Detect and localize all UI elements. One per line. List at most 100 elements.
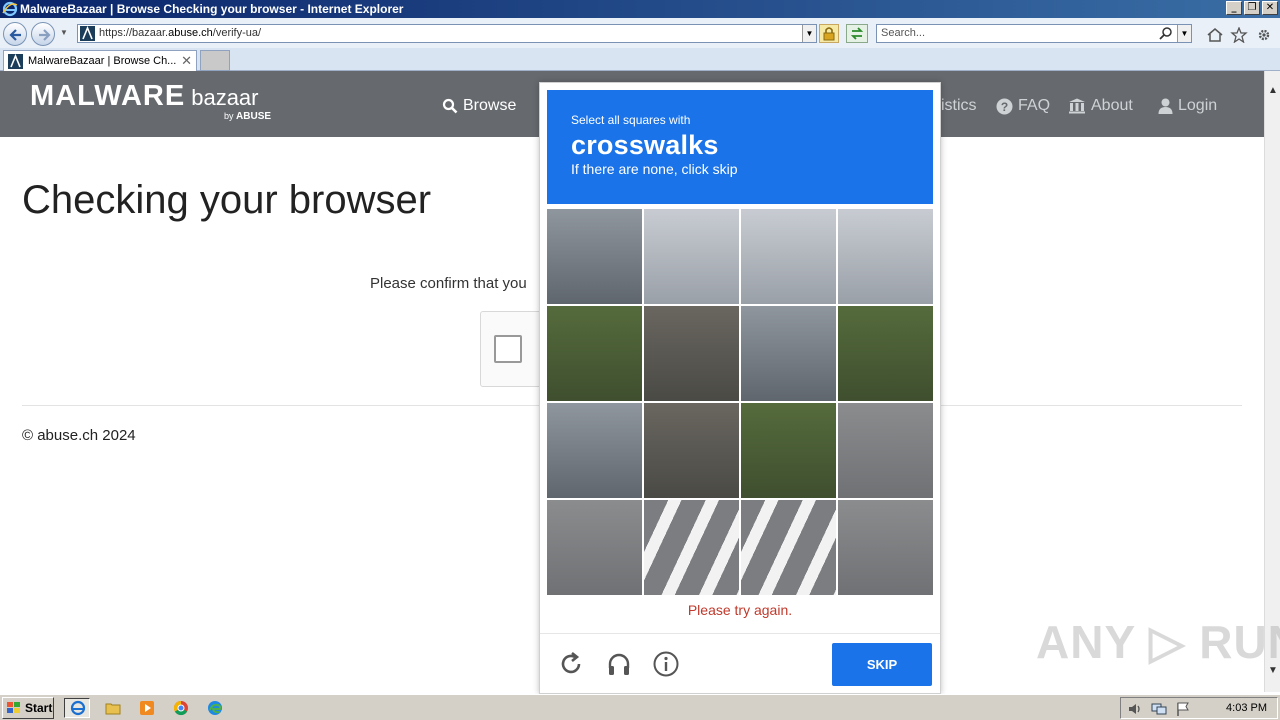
brand-sub: bazaar bbox=[191, 85, 259, 110]
captcha-tile[interactable] bbox=[644, 403, 739, 498]
brand-byline: by ABUSE bbox=[224, 111, 272, 122]
captcha-tile[interactable] bbox=[644, 500, 739, 595]
back-button[interactable] bbox=[3, 22, 27, 46]
window-title-bar: MalwareBazaar | Browse Checking your bro… bbox=[0, 0, 1280, 18]
taskbar-media-player[interactable] bbox=[134, 698, 160, 718]
start-label: Start bbox=[25, 701, 53, 715]
system-tray: 4:03 PM bbox=[1120, 697, 1278, 719]
question-circle-icon: ? bbox=[996, 98, 1013, 114]
prompt-target: crosswalks bbox=[571, 130, 719, 160]
windows-taskbar: Start 4:03 PM bbox=[0, 694, 1280, 720]
captcha-tile[interactable] bbox=[547, 306, 642, 401]
captcha-image-grid bbox=[547, 209, 933, 595]
taskbar-internet-explorer[interactable] bbox=[64, 698, 90, 718]
captcha-tile[interactable] bbox=[838, 306, 933, 401]
address-dropdown-icon[interactable]: ▼ bbox=[802, 25, 816, 42]
tab-label: MalwareBazaar | Browse Ch... bbox=[28, 55, 177, 67]
search-dropdown-icon[interactable]: ▼ bbox=[1177, 25, 1191, 42]
nav-statistics[interactable]: istics bbox=[941, 97, 977, 115]
brand-main: MALWARE bbox=[30, 80, 186, 112]
chrome-icon bbox=[173, 700, 188, 716]
browser-tab[interactable]: MalwareBazaar | Browse Ch... ✕ bbox=[3, 50, 197, 71]
edge-icon bbox=[208, 701, 222, 715]
captcha-tile[interactable] bbox=[547, 500, 642, 595]
captcha-tile[interactable] bbox=[838, 500, 933, 595]
captcha-tile[interactable] bbox=[741, 306, 836, 401]
nav-browse-label: Browse bbox=[463, 97, 517, 114]
nav-statistics-label: istics bbox=[941, 97, 977, 114]
skip-button[interactable]: SKIP bbox=[832, 643, 932, 686]
history-dropdown-icon[interactable]: ▼ bbox=[60, 28, 68, 37]
copyright: © abuse.ch 2024 bbox=[22, 427, 136, 444]
nav-faq-label: FAQ bbox=[1018, 97, 1051, 114]
search-placeholder: Search... bbox=[881, 27, 926, 39]
prompt-hint: If there are none, click skip bbox=[571, 161, 738, 177]
anyrun-watermark: ANY ▷ RUN bbox=[1036, 616, 1280, 668]
captcha-tile[interactable] bbox=[838, 403, 933, 498]
browser-tab-bar: MalwareBazaar | Browse Ch... ✕ bbox=[0, 48, 1280, 71]
restore-button[interactable]: ❐ bbox=[1244, 1, 1260, 15]
scroll-up-icon[interactable]: ▲ bbox=[1268, 85, 1278, 96]
prompt-instruction: Select all squares with bbox=[571, 113, 691, 127]
back-arrow-icon bbox=[9, 29, 21, 41]
captcha-tile[interactable] bbox=[838, 209, 933, 304]
svg-text:?: ? bbox=[1001, 100, 1008, 114]
captcha-tile[interactable] bbox=[644, 306, 739, 401]
nav-browse[interactable]: Browse bbox=[442, 97, 516, 115]
confirm-text: Please confirm that you bbox=[370, 275, 527, 292]
captcha-prompt: Select all squares with crosswalks If th… bbox=[547, 90, 933, 204]
site-logo[interactable]: MALWARE bazaar bbox=[30, 80, 259, 113]
taskbar-edge[interactable] bbox=[202, 698, 228, 718]
refresh-arrows-icon bbox=[850, 27, 864, 40]
page-title: Checking your browser bbox=[22, 178, 432, 222]
search-icon[interactable] bbox=[1159, 26, 1173, 40]
captcha-tile[interactable] bbox=[741, 500, 836, 595]
action-center-flag-icon[interactable] bbox=[1175, 701, 1191, 717]
nav-login-label: Login bbox=[1178, 97, 1218, 114]
address-url[interactable]: https://bazaar.abuse.ch/verify-ua/ bbox=[99, 27, 261, 39]
internet-explorer-icon bbox=[70, 700, 86, 716]
gear-icon[interactable] bbox=[1255, 27, 1273, 43]
taskbar-clock: 4:03 PM bbox=[1226, 702, 1267, 714]
nav-login[interactable]: Login bbox=[1158, 97, 1217, 115]
media-player-icon bbox=[140, 701, 154, 715]
captcha-tile[interactable] bbox=[644, 209, 739, 304]
forward-button[interactable] bbox=[31, 22, 55, 46]
window-title: MalwareBazaar | Browse Checking your bro… bbox=[20, 2, 404, 16]
windows-logo-icon bbox=[7, 702, 20, 713]
user-icon bbox=[1158, 98, 1173, 114]
site-favicon-icon bbox=[80, 26, 95, 41]
minimize-button[interactable]: _ bbox=[1226, 1, 1242, 15]
captcha-tile[interactable] bbox=[741, 209, 836, 304]
tab-close-icon[interactable]: ✕ bbox=[181, 53, 192, 69]
lock-icon bbox=[823, 27, 835, 41]
taskbar-chrome[interactable] bbox=[168, 698, 194, 718]
challenge-divider bbox=[540, 633, 940, 634]
captcha-tile[interactable] bbox=[547, 209, 642, 304]
start-button[interactable]: Start bbox=[2, 697, 54, 719]
captcha-challenge-dialog: Select all squares with crosswalks If th… bbox=[539, 82, 941, 694]
refresh-button[interactable] bbox=[846, 24, 868, 43]
home-icon[interactable] bbox=[1206, 27, 1224, 43]
address-bar[interactable]: https://bazaar.abuse.ch/verify-ua/ ▼ bbox=[77, 24, 817, 43]
browser-search-box[interactable]: Search... ▼ bbox=[876, 24, 1192, 43]
nav-about[interactable]: About bbox=[1068, 97, 1133, 115]
tab-favicon-icon bbox=[8, 54, 23, 69]
refresh-icon[interactable] bbox=[558, 651, 584, 677]
info-icon[interactable] bbox=[653, 651, 679, 677]
captcha-tile[interactable] bbox=[741, 403, 836, 498]
forward-arrow-icon bbox=[39, 29, 51, 41]
close-window-button[interactable]: ✕ bbox=[1262, 1, 1278, 15]
page-scrollbar[interactable]: ▲ ▼ bbox=[1264, 71, 1280, 692]
network-icon[interactable] bbox=[1151, 701, 1167, 717]
captcha-checkbox[interactable] bbox=[494, 335, 522, 363]
nav-faq[interactable]: ? FAQ bbox=[996, 97, 1050, 115]
new-tab-button[interactable] bbox=[200, 50, 230, 71]
search-icon bbox=[442, 98, 458, 114]
taskbar-file-explorer[interactable] bbox=[100, 698, 126, 718]
headphones-icon[interactable] bbox=[606, 651, 632, 677]
favorites-star-icon[interactable] bbox=[1230, 27, 1248, 43]
volume-icon[interactable] bbox=[1127, 701, 1143, 717]
captcha-tile[interactable] bbox=[547, 403, 642, 498]
security-lock-button[interactable] bbox=[819, 24, 839, 43]
